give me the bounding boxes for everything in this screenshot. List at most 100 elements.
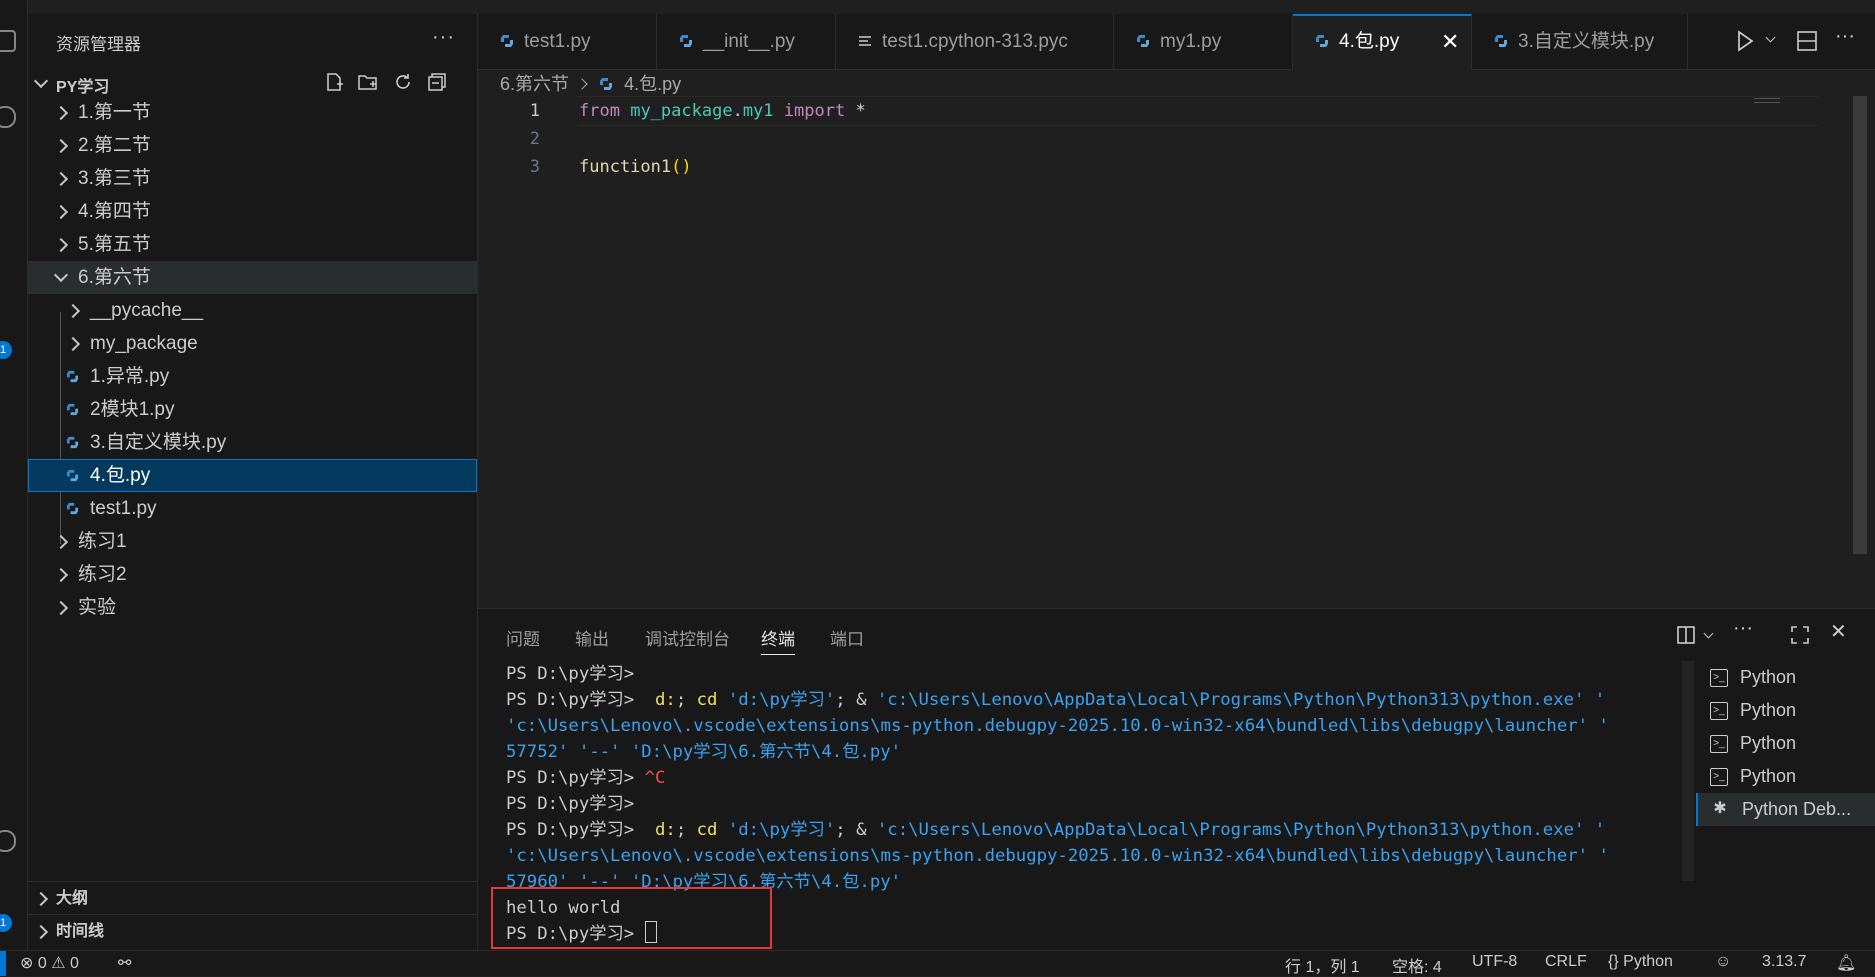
terminal-icon: >_ xyxy=(1710,702,1728,720)
tree-file-4-selected[interactable]: 4.包.py xyxy=(28,459,477,492)
testing-icon[interactable] xyxy=(0,408,14,426)
line-number: 1 xyxy=(529,101,540,121)
extensions-icon[interactable] xyxy=(0,320,14,338)
chevron-down-icon[interactable] xyxy=(1703,628,1714,639)
notifications-icon[interactable]: 🔔︎ xyxy=(1836,953,1856,973)
terminal-list-item-selected[interactable]: ✱ Python Deb... xyxy=(1696,793,1875,826)
sidebar-title: 资源管理器 xyxy=(56,35,141,54)
python-icon xyxy=(1137,35,1149,47)
chevron-right-icon xyxy=(576,78,588,90)
tree-folder-practice-2[interactable]: 练习2 xyxy=(28,558,477,591)
chevron-right-icon xyxy=(53,237,69,253)
encoding[interactable]: UTF-8 xyxy=(1472,953,1517,971)
tree-label: test1.py xyxy=(90,498,157,519)
warning-icon: ⚠ xyxy=(51,955,66,972)
tree-folder-5[interactable]: 5.第五节 xyxy=(28,228,477,261)
python-version[interactable]: 3.13.7 xyxy=(1762,953,1806,971)
tree-folder-my-package[interactable]: my_package xyxy=(28,327,477,360)
tab-ports[interactable]: 端口 xyxy=(830,625,864,650)
copilot-icon[interactable]: ☺ xyxy=(1715,953,1731,971)
close-panel-icon[interactable]: ✕ xyxy=(1830,619,1847,644)
minimap[interactable] xyxy=(1754,98,1780,103)
tab-pyc[interactable]: test1.cpython-313.pyc xyxy=(836,14,1114,69)
collapse-all-icon[interactable] xyxy=(427,72,447,92)
more-actions-icon[interactable]: ··· xyxy=(1835,25,1855,48)
terminal-line: PS D:\py学习> d:; cd 'd:\py学习'; & 'c:\User… xyxy=(506,820,1606,840)
cursor-position[interactable]: 行 1，列 1 xyxy=(1285,953,1360,977)
more-actions-icon[interactable]: ··· xyxy=(1733,617,1753,640)
chevron-down-icon[interactable] xyxy=(1765,32,1776,43)
tree-folder-6[interactable]: 6.第六节 xyxy=(28,261,477,294)
run-icon[interactable] xyxy=(1735,30,1755,52)
tab-output[interactable]: 输出 xyxy=(575,625,609,650)
dot-token: . xyxy=(732,101,743,121)
ports-icon[interactable]: ⚯ xyxy=(118,953,131,973)
maximize-panel-icon[interactable] xyxy=(1790,625,1810,645)
tab-4-package-active[interactable]: 4.包.py ✕ xyxy=(1293,14,1472,70)
code-editor[interactable]: 1 2 3 from my_package.my1 import * funct… xyxy=(478,96,1875,606)
tree-file-3[interactable]: 3.自定义模块.py xyxy=(28,426,477,459)
tree-label: 4.第四节 xyxy=(78,201,151,222)
run-debug-icon[interactable] xyxy=(0,256,14,274)
indentation[interactable]: 空格: 4 xyxy=(1392,953,1442,977)
parens: () xyxy=(671,157,692,177)
explorer-icon[interactable] xyxy=(0,30,16,52)
tree-file-1[interactable]: 1.异常.py xyxy=(28,360,477,393)
tree-folder-practice-1[interactable]: 练习1 xyxy=(28,525,477,558)
python-icon xyxy=(1316,35,1328,47)
terminal-scrollbar[interactable] xyxy=(1682,661,1694,881)
breadcrumb-file[interactable]: 4.包.py xyxy=(624,74,681,94)
tree-folder-2[interactable]: 2.第二节 xyxy=(28,129,477,162)
editor-scrollbar[interactable] xyxy=(1853,96,1867,554)
tree-file-test1[interactable]: test1.py xyxy=(28,492,477,525)
tree-label: 实验 xyxy=(78,597,117,618)
bottom-panel: 问题 输出 调试控制台 终端 端口 ··· ✕ PS D:\py学习> PS D:… xyxy=(478,608,1875,951)
tree-folder-4[interactable]: 4.第四节 xyxy=(28,195,477,228)
tree-folder-experiment[interactable]: 实验 xyxy=(28,591,477,624)
terminal-list-item[interactable]: >_ Python xyxy=(1696,727,1875,760)
terminal-icon: >_ xyxy=(1710,768,1728,786)
tab-problems[interactable]: 问题 xyxy=(506,625,540,650)
chevron-right-icon xyxy=(53,105,69,121)
terminal-line: PS D:\py学习> d:; cd 'd:\py学习'; & 'c:\User… xyxy=(506,690,1606,710)
python-icon xyxy=(66,403,79,416)
close-icon[interactable]: ✕ xyxy=(1441,16,1459,68)
tab-label: 4.包.py xyxy=(1339,31,1400,52)
tab-debug-console[interactable]: 调试控制台 xyxy=(645,625,730,650)
new-file-icon[interactable] xyxy=(324,72,344,92)
search-icon[interactable] xyxy=(0,106,16,128)
tab-3-custom-module[interactable]: 3.自定义模块.py xyxy=(1472,14,1688,69)
outline-section[interactable]: 大纲 xyxy=(28,881,477,915)
tree-label: 4.包.py xyxy=(90,465,151,486)
tree-label: 6.第六节 xyxy=(78,267,151,288)
tab-my1[interactable]: my1.py xyxy=(1114,14,1293,69)
terminal-list-item[interactable]: >_ Python xyxy=(1696,694,1875,727)
split-terminal-icon[interactable] xyxy=(1676,625,1696,645)
tab-terminal[interactable]: 终端 xyxy=(761,625,795,655)
tree-folder-pycache[interactable]: __pycache__ xyxy=(28,294,477,327)
problems-status[interactable]: ⊗ 0 ⚠ 0 xyxy=(20,953,79,973)
tree-folder-1[interactable]: 1.第一节 xyxy=(28,96,477,129)
refresh-icon[interactable] xyxy=(393,72,413,92)
workspace-folder-name: PY学习 xyxy=(56,79,110,96)
account-icon[interactable] xyxy=(0,830,16,852)
tab-label: test1.cpython-313.pyc xyxy=(882,31,1068,52)
end-of-line[interactable]: CRLF xyxy=(1545,953,1587,971)
terminal-list-item[interactable]: >_ Python xyxy=(1696,760,1875,793)
tab-test1[interactable]: test1.py xyxy=(478,14,657,69)
tab-init[interactable]: __init__.py xyxy=(657,14,836,69)
source-control-icon[interactable] xyxy=(0,180,14,198)
timeline-section[interactable]: 时间线 xyxy=(28,914,477,948)
python-icon xyxy=(66,436,79,449)
tree-folder-3[interactable]: 3.第三节 xyxy=(28,162,477,195)
breadcrumb-folder[interactable]: 6.第六节 xyxy=(500,74,569,94)
chevron-right-icon xyxy=(65,303,81,319)
split-editor-icon[interactable] xyxy=(1796,30,1818,52)
remote-indicator[interactable] xyxy=(0,951,6,976)
more-actions-icon[interactable]: ··· xyxy=(432,26,455,49)
terminal-list-item[interactable]: >_ Python xyxy=(1696,661,1875,694)
language-mode[interactable]: {} Python xyxy=(1608,953,1673,971)
tree-file-2[interactable]: 2模块1.py xyxy=(28,393,477,426)
new-folder-icon[interactable] xyxy=(358,72,378,92)
outline-label: 大纲 xyxy=(56,890,89,907)
